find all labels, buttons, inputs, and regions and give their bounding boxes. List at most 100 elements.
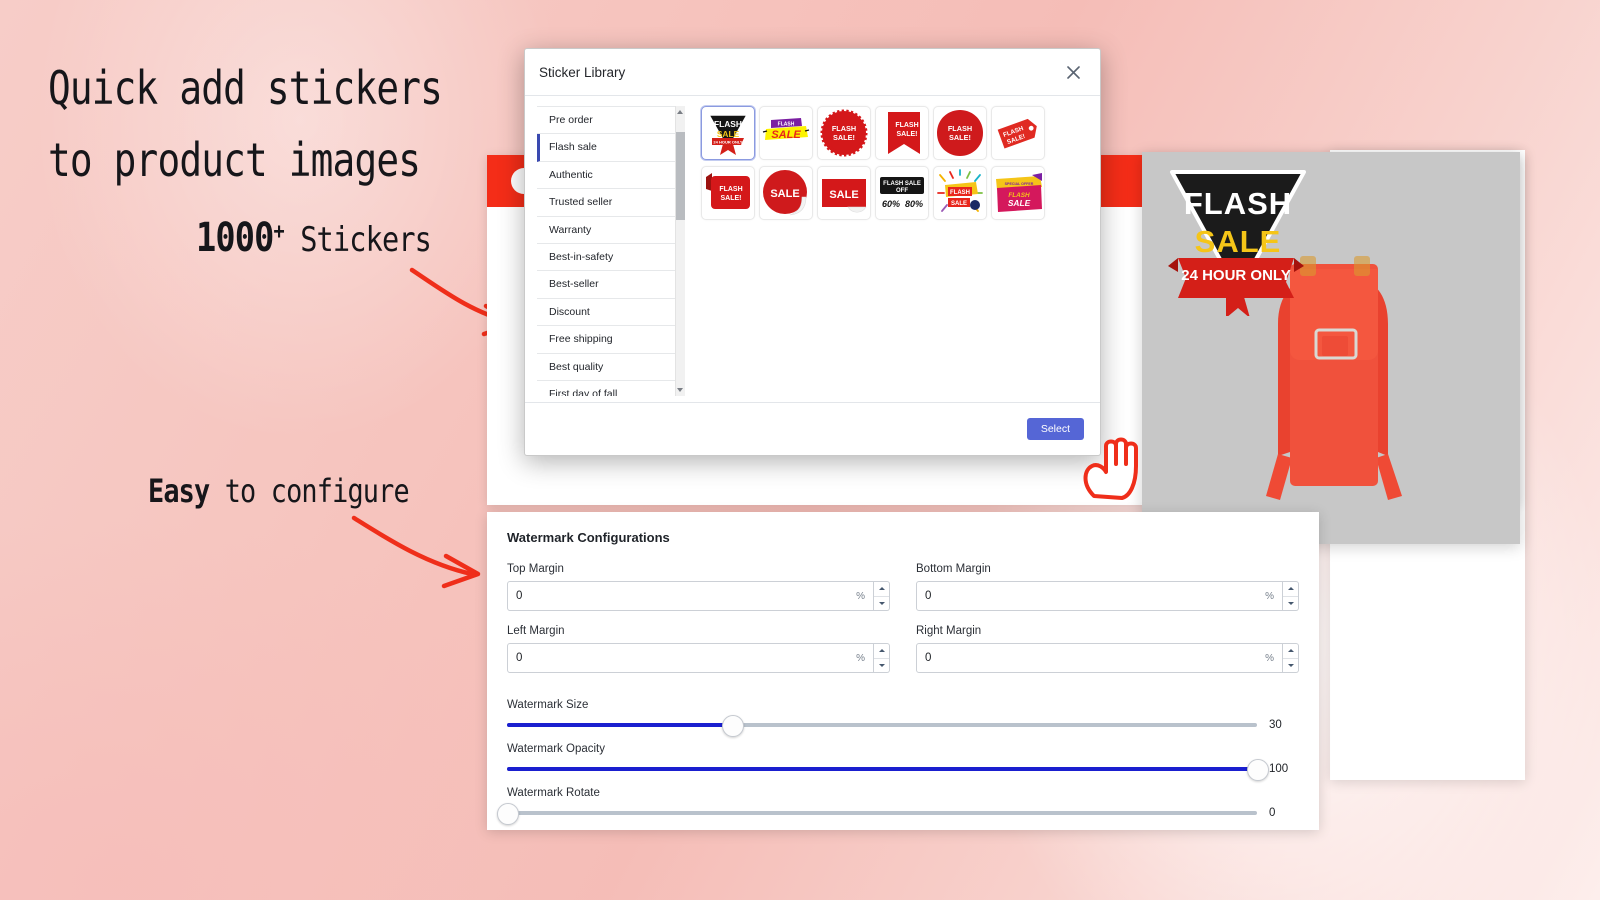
bottom-margin-decrement[interactable] (1283, 597, 1298, 611)
svg-text:SALE: SALE (829, 189, 858, 201)
watermark-rotate-label: Watermark Rotate (507, 787, 600, 799)
caret-up-icon (1287, 587, 1294, 591)
caret-down-icon (1287, 601, 1294, 605)
watermark-panel-title: Watermark Configurations (507, 530, 670, 545)
category-item-best-quality[interactable]: Best quality (537, 354, 675, 381)
scroll-down-arrow-icon[interactable] (677, 388, 683, 392)
bottom-margin-stepper[interactable] (1283, 581, 1299, 611)
field-top-margin: Top Margin 0 % (507, 563, 890, 611)
sticker-flash-sale-off-black-60-80[interactable]: FLASH SALE OFF 60% 80% (875, 166, 929, 220)
top-margin-value: 0 (516, 590, 523, 602)
field-bottom-margin: Bottom Margin 0 % (916, 563, 1299, 611)
svg-text:SALE: SALE (1195, 224, 1282, 259)
svg-text:24 HOUR ONLY: 24 HOUR ONLY (713, 139, 743, 144)
svg-text:80%: 80% (905, 199, 923, 209)
left-margin-label: Left Margin (507, 625, 565, 637)
sticker-library-dialog: Sticker Library Pre order Flash sale Authe… (524, 48, 1101, 456)
left-margin-decrement[interactable] (874, 659, 889, 673)
watermark-size-value: 30 (1269, 719, 1282, 731)
select-button[interactable]: Select (1026, 417, 1084, 441)
watermark-opacity-track[interactable] (507, 759, 1269, 781)
svg-text:FLASH: FLASH (895, 122, 918, 129)
bottom-margin-increment[interactable] (1283, 582, 1298, 597)
sticker-count-number: 1000 (196, 215, 274, 261)
category-scrollbar[interactable] (675, 106, 685, 396)
flash-sale-badge-overlay: FLASH SALE 24 HOUR ONLY (1168, 170, 1306, 316)
slider-watermark-rotate: Watermark Rotate 0 (497, 787, 1299, 825)
category-item-discount[interactable]: Discount (537, 299, 675, 327)
top-margin-stepper[interactable] (874, 581, 890, 611)
bottom-margin-input[interactable]: 0 % (916, 581, 1283, 611)
top-margin-increment[interactable] (874, 582, 889, 597)
sticker-flash-sale-purple-ribbon[interactable]: SPECIAL OFFER FLASH SALE (991, 166, 1045, 220)
category-item-first-day-of-fall[interactable]: First day of fall (537, 381, 675, 396)
watermark-opacity-label: Watermark Opacity (507, 743, 605, 755)
dialog-header: Sticker Library (525, 49, 1100, 96)
sticker-flash-sale-red-wax-stamp[interactable]: FLASH SALE! (933, 106, 987, 160)
svg-text:FLASH: FLASH (1184, 186, 1292, 221)
sticker-flash-sale-red-ribbon[interactable]: FLASH SALE! (875, 106, 929, 160)
right-margin-stepper[interactable] (1283, 643, 1299, 673)
scrollbar-thumb[interactable] (676, 132, 685, 220)
watermark-opacity-value: 100 (1269, 763, 1289, 775)
promo-sticker-count: 1000+ Stickers (196, 215, 432, 261)
svg-text:24 HOUR ONLY: 24 HOUR ONLY (1181, 267, 1290, 284)
caret-up-icon (878, 649, 885, 653)
category-item-free-shipping[interactable]: Free shipping (537, 326, 675, 354)
sticker-flash-sale-red-tag[interactable]: FLASH SALE! (991, 106, 1045, 160)
promo-easy-configure: Easy to configure (148, 472, 410, 510)
sticker-grid-panel: FLASH SALE 24 HOUR ONLY FLASH SALE FLASH SALE!… (685, 106, 1092, 396)
svg-text:SALE: SALE (771, 129, 801, 141)
watermark-size-track[interactable] (507, 715, 1257, 737)
left-margin-input[interactable]: 0 % (507, 643, 874, 673)
bottom-margin-label: Bottom Margin (916, 563, 991, 575)
right-margin-decrement[interactable] (1283, 659, 1298, 673)
sticker-count-plus: + (273, 219, 285, 245)
easy-rest: to configure (209, 472, 410, 510)
category-item-best-seller[interactable]: Best-seller (537, 271, 675, 299)
svg-text:FLASH: FLASH (948, 124, 972, 133)
watermark-size-label: Watermark Size (507, 699, 589, 711)
svg-text:FLASH: FLASH (714, 119, 742, 129)
watermark-opacity-fill (507, 767, 1257, 771)
sticker-flash-sale-confetti[interactable]: FLASH SALE (933, 166, 987, 220)
top-margin-input[interactable]: 0 % (507, 581, 874, 611)
svg-text:OFF: OFF (896, 188, 908, 194)
category-item-authentic[interactable]: Authentic (537, 162, 675, 190)
category-item-pre-order[interactable]: Pre order (537, 107, 675, 135)
watermark-rotate-knob[interactable] (497, 803, 519, 825)
right-margin-input[interactable]: 0 % (916, 643, 1283, 673)
sticker-flash-sale-triangle-black[interactable]: FLASH SALE 24 HOUR ONLY (701, 106, 755, 160)
svg-text:SALE: SALE (951, 201, 967, 207)
right-margin-increment[interactable] (1283, 644, 1298, 659)
sticker-count-word: Stickers (283, 220, 432, 260)
watermark-size-knob[interactable] (722, 715, 744, 737)
close-icon[interactable] (1062, 61, 1084, 83)
top-margin-decrement[interactable] (874, 597, 889, 611)
sticker-sale-red-square-curl[interactable]: SALE (817, 166, 871, 220)
sticker-flash-sale-red-seal[interactable]: FLASH SALE! (817, 106, 871, 160)
left-margin-value: 0 (516, 652, 523, 664)
slider-watermark-size: Watermark Size 30 (507, 699, 1299, 737)
field-left-margin: Left Margin 0 % (507, 625, 890, 673)
hand-cursor-icon (1083, 437, 1138, 500)
left-margin-increment[interactable] (874, 644, 889, 659)
promo-headline: Quick add stickers to product images (48, 61, 443, 187)
scroll-up-arrow-icon[interactable] (677, 110, 683, 114)
category-item-warranty[interactable]: Warranty (537, 217, 675, 244)
watermark-opacity-knob[interactable] (1247, 759, 1269, 781)
svg-text:FLASH: FLASH (832, 124, 856, 133)
caret-up-icon (1287, 649, 1294, 653)
right-margin-unit: % (1265, 652, 1274, 664)
sticker-flash-sale-yellow-burst[interactable]: FLASH SALE (759, 106, 813, 160)
category-item-trusted-seller[interactable]: Trusted seller (537, 189, 675, 217)
category-item-flash-sale[interactable]: Flash sale (537, 134, 675, 162)
svg-text:SALE: SALE (1008, 198, 1031, 208)
watermark-rotate-track[interactable] (497, 803, 1257, 825)
category-item-best-in-safety[interactable]: Best-in-safety (537, 244, 675, 272)
svg-text:SPECIAL OFFER: SPECIAL OFFER (1005, 182, 1034, 186)
svg-text:FLASH: FLASH (719, 186, 742, 193)
left-margin-stepper[interactable] (874, 643, 890, 673)
sticker-sale-red-circle-curl[interactable]: SALE (759, 166, 813, 220)
sticker-flash-sale-red-banner[interactable]: FLASH SALE! (701, 166, 755, 220)
